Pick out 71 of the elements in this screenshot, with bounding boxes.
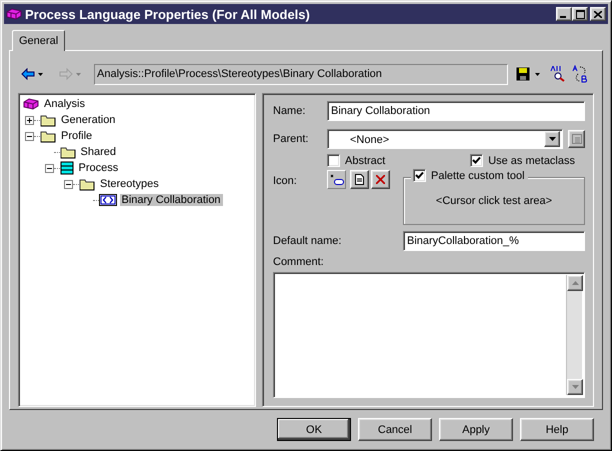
up-arrow-icon — [572, 281, 578, 285]
close-icon — [376, 175, 385, 184]
model-icon — [23, 97, 39, 111]
field-label: Name: — [273, 105, 306, 117]
collapse-icon[interactable] — [25, 132, 34, 140]
delete-button[interactable] — [371, 170, 390, 189]
checkbox-label: Palette custom tool — [431, 170, 525, 182]
minimize-button[interactable] — [556, 7, 572, 21]
dialog-button[interactable]: Apply — [439, 418, 513, 441]
collapse-icon[interactable] — [44, 164, 54, 172]
check-icon — [415, 171, 424, 180]
model-icon — [6, 7, 22, 21]
maximize-icon — [576, 10, 584, 18]
folder-icon — [60, 145, 76, 159]
tree-item[interactable]: Stereotypes — [98, 178, 161, 190]
scrollbar[interactable] — [566, 275, 582, 395]
save-button[interactable] — [516, 67, 540, 81]
properties-button[interactable] — [568, 130, 585, 148]
tree-item[interactable]: Profile — [59, 130, 94, 142]
caret-icon — [38, 72, 43, 76]
caret-icon — [548, 137, 556, 141]
field-label: Icon: — [273, 174, 298, 187]
replace-button[interactable] — [572, 65, 588, 83]
field-label: Parent: — [273, 133, 310, 145]
collapse-icon[interactable] — [64, 180, 73, 188]
name-field[interactable]: Binary Collaboration — [327, 101, 585, 121]
tree-item[interactable]: Analysis — [42, 98, 87, 110]
tree-item[interactable]: Binary Collaboration — [120, 194, 223, 206]
checkbox-label: Use as metaclass — [488, 154, 575, 166]
ellipse-icon — [330, 174, 344, 186]
right-arrow-icon — [59, 68, 73, 80]
tree-item[interactable]: Process — [76, 162, 120, 174]
tab[interactable]: General — [12, 30, 66, 51]
window-title: Process Language Properties (For All Models) — [25, 6, 311, 22]
folder-icon — [79, 177, 95, 191]
icon-preview-button[interactable] — [327, 170, 346, 189]
stereotype-icon — [98, 194, 116, 206]
list-icon — [60, 161, 74, 175]
dialog-button[interactable]: Cancel — [358, 418, 432, 441]
tree-item[interactable]: Shared — [78, 146, 118, 158]
close-icon — [594, 10, 602, 18]
magnifier-icon — [550, 66, 566, 82]
caret-icon — [535, 72, 540, 76]
spell-check-button[interactable] — [550, 66, 566, 82]
comment-field[interactable] — [273, 272, 585, 398]
close-button[interactable] — [590, 7, 606, 21]
document-icon — [355, 174, 364, 185]
field-label: Comment: — [273, 256, 325, 268]
dialog-button[interactable]: OK — [277, 418, 351, 441]
checkbox-label: Abstract — [345, 154, 386, 166]
path-field[interactable]: Analysis::Profile\Process\Stereotypes\Binary Collaboration — [94, 64, 508, 84]
swap-icon — [572, 65, 588, 83]
dialog-button[interactable]: Help — [520, 418, 594, 441]
down-arrow-icon — [572, 385, 578, 389]
default-name-field[interactable]: BinaryCollaboration_% — [403, 231, 585, 251]
checkbox[interactable] — [413, 169, 426, 182]
window-icon — [572, 134, 582, 144]
folder-icon — [40, 113, 56, 127]
left-arrow-icon — [21, 68, 35, 80]
maximize-button[interactable] — [572, 7, 588, 21]
import-button[interactable] — [350, 170, 369, 189]
expand-icon[interactable] — [25, 116, 34, 124]
checkbox[interactable] — [327, 154, 340, 167]
checkbox[interactable] — [470, 154, 484, 167]
caret-icon — [76, 72, 81, 76]
check-icon — [472, 156, 482, 165]
folder-icon — [40, 129, 56, 143]
parent-dropdown[interactable]: <None> — [327, 129, 563, 149]
tree-item[interactable]: Generation — [59, 114, 118, 126]
test-area-text: <Cursor click test area> — [434, 195, 554, 207]
field-label: Default name: — [273, 235, 342, 247]
